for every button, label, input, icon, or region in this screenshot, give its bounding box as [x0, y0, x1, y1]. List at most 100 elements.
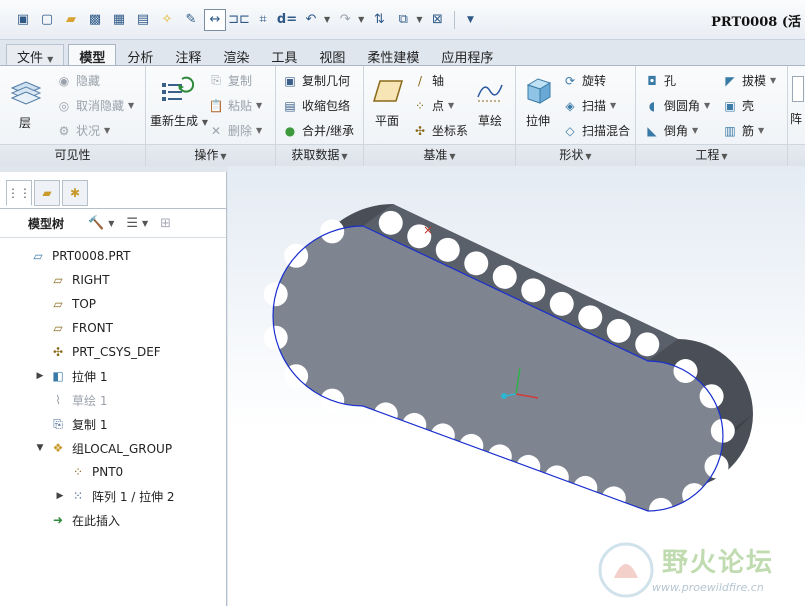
model-tree-node[interactable]: ▼ ❖ 组LOCAL_GROUP — [0, 436, 226, 460]
tab-file[interactable]: 文件 ▼ — [6, 44, 65, 66]
more-icon[interactable]: ▼ — [459, 9, 481, 31]
sketch-icon[interactable]: ⌗ — [252, 9, 274, 31]
hide-button[interactable]: ◉ 隐藏 — [56, 72, 100, 89]
paste-label: 粘贴 — [228, 99, 253, 113]
tab-analysis[interactable]: 分析 — [116, 44, 164, 66]
delete-button[interactable]: ✕ 删除 ▼ — [208, 122, 262, 139]
tab-tools[interactable]: 工具 — [260, 44, 308, 66]
close-window-icon[interactable]: ⊠ — [426, 9, 448, 31]
rib-button[interactable]: ▥ 筋 ▼ — [722, 122, 764, 139]
csys-button[interactable]: ✣ 坐标系 — [412, 122, 468, 139]
save-as-icon[interactable]: ▦ — [108, 9, 130, 31]
copy-geometry-icon: ▣ — [284, 73, 296, 88]
collapse-icon[interactable]: ▼ — [34, 443, 46, 453]
paste-button[interactable]: 📋 粘贴 ▼ — [208, 97, 263, 114]
sweep-button[interactable]: ◈ 扫描 ▼ — [562, 97, 616, 114]
filter-icon[interactable]: ⊞ — [160, 216, 171, 231]
tools-icon[interactable]: 🔨 — [88, 216, 104, 231]
draft-button[interactable]: ◤ 拔模 ▼ — [722, 72, 776, 89]
swept-blend-icon: ◇ — [565, 123, 575, 138]
tab-flexible-modeling[interactable]: 柔性建模 — [356, 44, 430, 66]
sketch-button[interactable]: 草绘 — [472, 74, 508, 129]
dimension-icon[interactable]: ↔ — [204, 8, 226, 31]
model-tree-node-label: 阵列 1 / 拉伸 2 — [92, 489, 175, 504]
unhide-button[interactable]: ◎ 取消隐藏 ▼ — [56, 97, 134, 114]
model-tree-node[interactable]: ▶ ⁙ 阵列 1 / 拉伸 2 — [0, 484, 226, 508]
model-tree-node[interactable]: ⁘ PNT0 — [0, 460, 226, 484]
shrinkwrap-button[interactable]: ▤ 收缩包络 — [282, 97, 350, 114]
graphics-window[interactable]: × — [228, 166, 805, 606]
chamfer-button[interactable]: ◣ 倒角 ▼ — [644, 122, 698, 139]
model-tree-node[interactable]: ▱ TOP — [0, 292, 226, 316]
favorites-tab-icon[interactable]: ✱ — [62, 180, 88, 206]
status-button[interactable]: ⚙ 状况 ▼ — [56, 122, 111, 139]
tab-render[interactable]: 渲染 — [212, 44, 260, 66]
tab-applications[interactable]: 应用程序 — [430, 44, 504, 66]
expand-icon[interactable]: ▶ — [54, 491, 66, 501]
layers-icon — [8, 76, 44, 110]
group-label-datum[interactable]: 基准 ▼ — [364, 144, 515, 166]
mirror-icon[interactable]: ⊐⊏ — [228, 9, 250, 31]
window-icon[interactable]: ▣ — [12, 9, 34, 31]
windows-dropdown-icon[interactable]: ▼ — [416, 15, 422, 24]
redo-icon[interactable]: ↷ — [334, 9, 356, 31]
model-tree-node[interactable]: ➜ 在此插入 — [0, 508, 226, 532]
group-label-operations[interactable]: 操作 ▼ — [146, 144, 275, 166]
layer-button[interactable]: 层 — [8, 76, 42, 131]
group-label-shapes[interactable]: 形状 ▼ — [516, 144, 635, 166]
tab-view[interactable]: 视图 — [308, 44, 356, 66]
model-tree-node[interactable]: ▱ FRONT — [0, 316, 226, 340]
plane-button[interactable]: 平面 — [370, 74, 404, 129]
tab-annotate[interactable]: 注释 — [164, 44, 212, 66]
group-label-get-data[interactable]: 获取数据 ▼ — [276, 144, 363, 166]
revolve-button[interactable]: ⟳ 旋转 — [562, 72, 606, 89]
group-label-engineering[interactable]: 工程 ▼ — [636, 144, 787, 166]
chevron-down-icon: ▼ — [610, 101, 617, 110]
point-button[interactable]: ⁘ 点 ▼ — [412, 97, 454, 114]
merge-inherit-button[interactable]: ● 合并/继承 — [282, 122, 354, 139]
open-icon[interactable]: ▰ — [60, 9, 82, 31]
idea-icon[interactable]: ✧ — [156, 9, 178, 31]
round-button[interactable]: ◖ 倒圆角 ▼ — [644, 97, 710, 114]
undo-dropdown-icon[interactable]: ▼ — [324, 15, 330, 24]
copy-geometry-button[interactable]: ▣ 复制几何 — [282, 72, 350, 89]
regenerate-icon[interactable]: ▤ — [132, 9, 154, 31]
model-tree-tab-icon[interactable]: ⋮⋮ — [6, 180, 32, 206]
save-icon[interactable]: ▩ — [84, 9, 106, 31]
model-tree-title: 模型树 — [28, 216, 65, 231]
switch-window-icon[interactable]: ⇅ — [368, 9, 390, 31]
extrude-button[interactable]: 拉伸 — [520, 74, 556, 129]
model-tree-node[interactable]: ▶ ◧ 拉伸 1 — [0, 364, 226, 388]
model-tree-node[interactable]: ⎘ 复制 1 — [0, 412, 226, 436]
copy-button[interactable]: ⎘ 复制 — [208, 72, 252, 89]
pattern-icon[interactable] — [792, 76, 804, 102]
windows-icon[interactable]: ⧉ — [392, 9, 414, 31]
expand-icon[interactable]: ▶ — [34, 371, 46, 381]
folder-browser-tab-icon[interactable]: ▰ — [34, 180, 60, 206]
group-datum: 平面 / 轴 ⁘ 点 ▼ ✣ 坐标系 草绘 基准 ▼ — [364, 66, 516, 166]
layer-label: 层 — [18, 116, 31, 130]
regenerate-button[interactable]: 重新生成 ▼ — [150, 74, 208, 129]
tab-model[interactable]: 模型 — [68, 44, 117, 66]
extrude-label: 拉伸 — [525, 114, 550, 128]
model-tree-node[interactable]: ✣ PRT_CSYS_DEF — [0, 340, 226, 364]
chevron-down-icon[interactable]: ▼ — [108, 219, 114, 228]
redo-dropdown-icon[interactable]: ▼ — [358, 15, 364, 24]
visibility-group-label: 可见性 — [54, 148, 91, 162]
model-tree-node[interactable]: ▱ RIGHT — [0, 268, 226, 292]
model-3d-view[interactable]: × — [228, 166, 805, 606]
chevron-down-icon[interactable]: ▼ — [142, 219, 148, 228]
swept-blend-button[interactable]: ◇ 扫描混合 — [562, 122, 630, 139]
d-equals-icon[interactable]: d= — [276, 9, 298, 31]
new-icon[interactable]: ▢ — [36, 9, 58, 31]
model-tree-node[interactable]: ▱ PRT0008.PRT — [0, 244, 226, 268]
hole-button[interactable]: ◘ 孔 — [644, 72, 676, 89]
axis-button[interactable]: / 轴 — [412, 72, 444, 89]
edit-icon[interactable]: ✎ — [180, 9, 202, 31]
undo-icon[interactable]: ↶ — [300, 9, 322, 31]
shell-button[interactable]: ▣ 壳 — [722, 97, 754, 114]
model-tree-node[interactable]: ⌇ 草绘 1 — [0, 388, 226, 412]
unhide-label: 取消隐藏 — [76, 99, 125, 113]
show-icon[interactable]: ☰ — [126, 216, 138, 231]
group-engineering: ◘ 孔 ◖ 倒圆角 ▼ ◣ 倒角 ▼ ◤ 拔模 ▼ ▣ 壳 ▥ 筋 ▼ 工程 ▼ — [636, 66, 788, 166]
